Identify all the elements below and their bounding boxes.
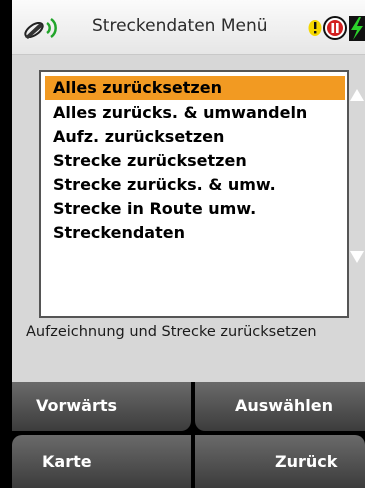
status-icons <box>308 16 365 41</box>
device-frame: Streckendaten Menü Alles zurücksetzen Al… <box>0 0 365 488</box>
title-bar: Streckendaten Menü <box>12 0 365 55</box>
menu-item-alles-zuruecks-umwandeln[interactable]: Alles zurücks. & umwandeln <box>45 101 345 125</box>
menu-item-alles-zuruecksetzen[interactable]: Alles zurücksetzen <box>45 76 345 100</box>
page-title: Streckendaten Menü <box>92 16 268 36</box>
scroll-up-icon[interactable] <box>349 88 365 102</box>
back-button-label: Zurück <box>275 452 338 471</box>
battery-charging-icon <box>349 16 365 41</box>
map-button-label: Karte <box>42 452 92 471</box>
softkey-bar: Vorwärts Auswählen Karte Zurück <box>12 382 365 488</box>
pause-icon <box>323 16 347 40</box>
item-description: Aufzeichnung und Strecke zurücksetzen <box>26 324 317 340</box>
menu-item-aufz-zuruecksetzen[interactable]: Aufz. zurücksetzen <box>45 125 345 149</box>
select-button[interactable]: Auswählen <box>195 382 365 431</box>
menu-item-strecke-in-route-umw[interactable]: Strecke in Route umw. <box>45 197 345 221</box>
menu-list: Alles zurücksetzen Alles zurücks. & umwa… <box>39 70 349 318</box>
scroll-down-icon[interactable] <box>349 250 365 264</box>
menu-item-strecke-zuruecksetzen[interactable]: Strecke zurücksetzen <box>45 149 345 173</box>
screen: Streckendaten Menü Alles zurücksetzen Al… <box>12 0 365 488</box>
menu-item-streckendaten[interactable]: Streckendaten <box>45 221 345 245</box>
select-button-label: Auswählen <box>235 396 333 415</box>
back-button[interactable]: Zurück <box>195 435 365 488</box>
map-button[interactable]: Karte <box>12 435 191 488</box>
forward-button[interactable]: Vorwärts <box>12 382 191 431</box>
alert-icon <box>308 20 322 36</box>
forward-button-label: Vorwärts <box>36 396 118 415</box>
satellite-signal-icon <box>24 17 57 39</box>
menu-item-strecke-zuruecks-umw[interactable]: Strecke zurücks. & umw. <box>45 173 345 197</box>
